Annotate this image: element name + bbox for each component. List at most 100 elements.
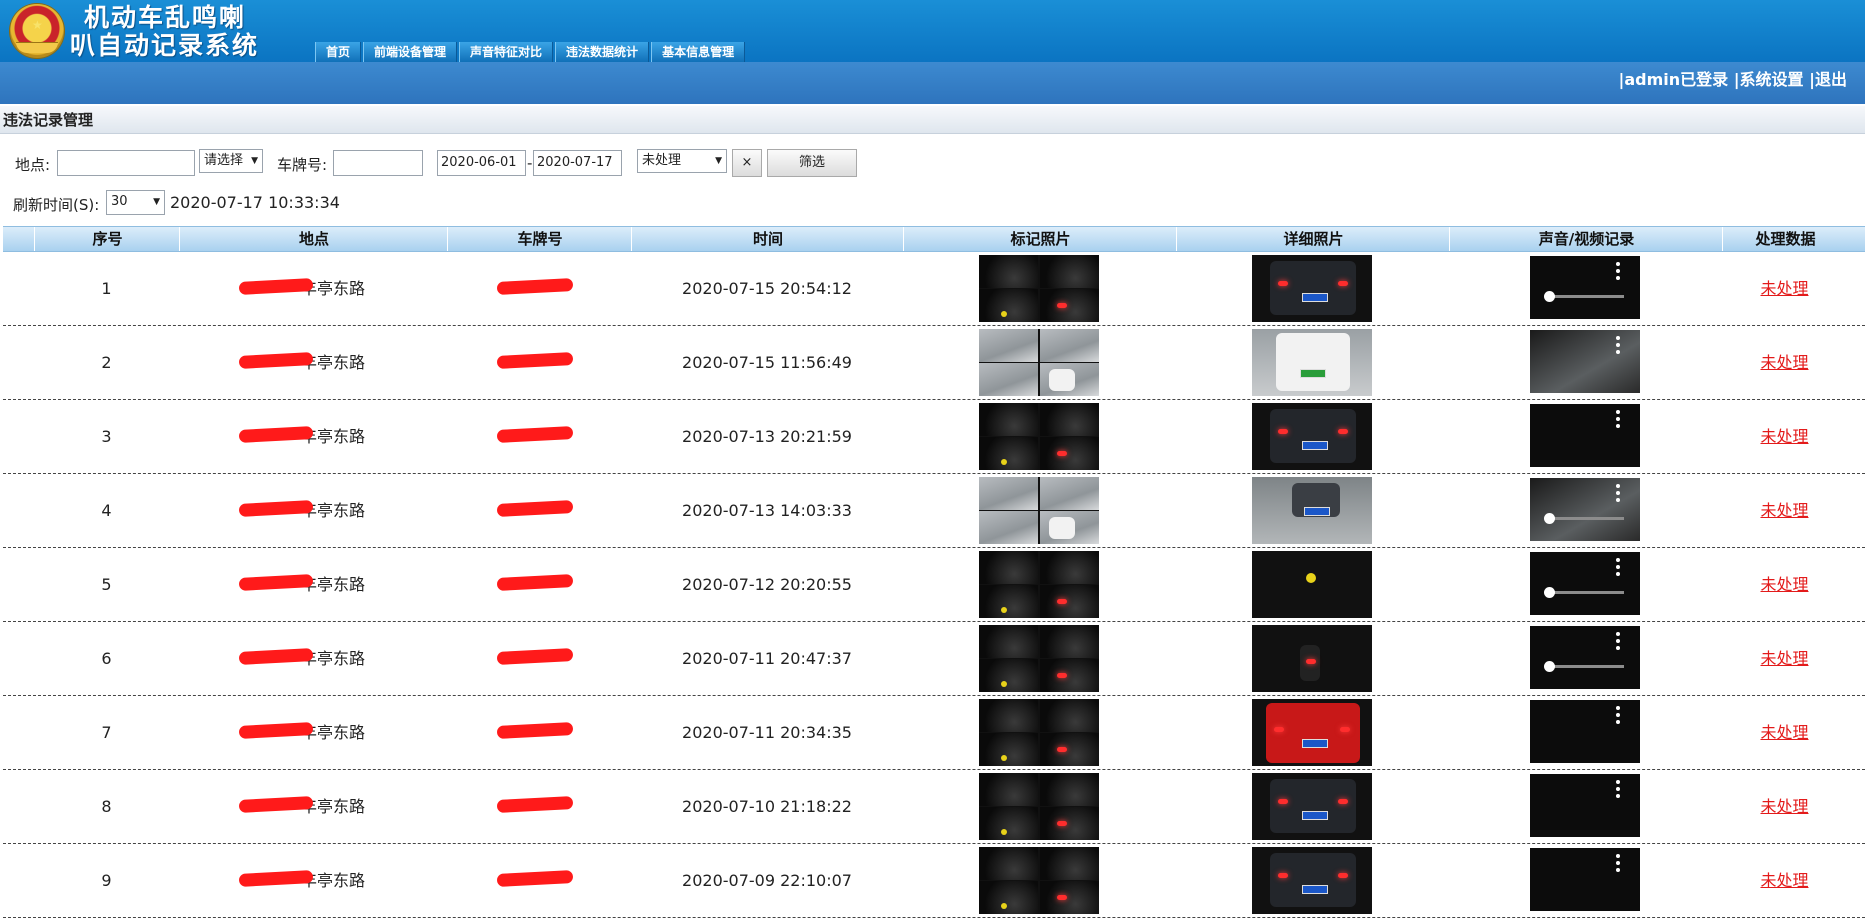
date-to-input[interactable]: 2020-07-17	[533, 150, 622, 176]
marked-photo-thumbnail[interactable]	[979, 699, 1099, 766]
status-select[interactable]: 未处理 ▼	[637, 149, 727, 173]
process-status-link[interactable]: 未处理	[1760, 501, 1808, 520]
video-player[interactable]	[1530, 478, 1640, 541]
filter-button[interactable]: 筛选	[767, 149, 857, 177]
detail-photo-thumbnail[interactable]	[1252, 477, 1372, 544]
video-progress-track[interactable]	[1546, 591, 1624, 594]
nav-basic-info[interactable]: 基本信息管理	[651, 42, 746, 62]
video-progress-knob[interactable]	[1544, 291, 1555, 302]
more-options-icon[interactable]	[1616, 706, 1620, 727]
detail-photo-thumbnail[interactable]	[1252, 625, 1372, 692]
marker-dot	[1001, 755, 1007, 761]
photo-quadrant	[1040, 807, 1099, 840]
video-player[interactable]	[1530, 626, 1640, 689]
row-location-cell: 丰亭东路	[179, 326, 447, 399]
detail-photo-thumbnail[interactable]	[1252, 329, 1372, 396]
process-status-link[interactable]: 未处理	[1760, 353, 1808, 372]
process-status-link[interactable]: 未处理	[1760, 279, 1808, 298]
plate-input[interactable]	[333, 150, 423, 176]
video-player[interactable]	[1530, 404, 1640, 467]
photo-quadrant	[979, 329, 1038, 362]
refresh-interval-select[interactable]: 30 ▼	[106, 190, 165, 215]
photo-quadrant	[979, 403, 1038, 436]
marked-photo-thumbnail[interactable]	[979, 551, 1099, 618]
more-options-icon[interactable]	[1616, 854, 1620, 875]
video-player[interactable]	[1530, 848, 1640, 911]
settings-link[interactable]: |系统设置	[1734, 70, 1804, 89]
marked-photo-thumbnail[interactable]	[979, 625, 1099, 692]
marked-photo-thumbnail[interactable]	[979, 255, 1099, 322]
row-number: 8	[101, 797, 112, 816]
more-options-icon[interactable]	[1616, 780, 1620, 801]
process-status-link[interactable]: 未处理	[1760, 797, 1808, 816]
row-number: 5	[101, 575, 112, 594]
more-options-icon[interactable]	[1616, 558, 1620, 579]
nav-device-management[interactable]: 前端设备管理	[363, 42, 458, 62]
table-header: 序号 地点 车牌号 时间 标记照片 详细照片 声音/视频记录 处理数据	[3, 226, 1865, 252]
photo-quadrant	[1040, 255, 1099, 288]
marked-photo-thumbnail[interactable]	[979, 773, 1099, 840]
row-number: 4	[101, 501, 112, 520]
row-process-cell: 未处理	[1722, 252, 1847, 325]
row-number: 9	[101, 871, 112, 890]
detail-photo-thumbnail[interactable]	[1252, 551, 1372, 618]
video-progress-track[interactable]	[1546, 517, 1624, 520]
nav-sound-comparison[interactable]: 声音特征对比	[459, 42, 554, 62]
video-player[interactable]	[1530, 774, 1640, 837]
video-player[interactable]	[1530, 700, 1640, 763]
tail-light	[1338, 281, 1348, 286]
video-progress-track[interactable]	[1546, 295, 1624, 298]
process-status-link[interactable]: 未处理	[1760, 649, 1808, 668]
car-shape	[1049, 369, 1075, 391]
marked-photo-thumbnail[interactable]	[979, 329, 1099, 396]
photo-quadrant	[1040, 329, 1099, 362]
more-options-icon[interactable]	[1616, 632, 1620, 653]
tail-light	[1278, 281, 1288, 286]
logout-link[interactable]: |退出	[1809, 70, 1847, 89]
row-time: 2020-07-15 20:54:12	[682, 279, 852, 298]
detail-photo-thumbnail[interactable]	[1252, 847, 1372, 914]
video-progress-knob[interactable]	[1544, 587, 1555, 598]
video-player[interactable]	[1530, 552, 1640, 615]
process-status-link[interactable]: 未处理	[1760, 427, 1808, 446]
detail-photo-thumbnail[interactable]	[1252, 699, 1372, 766]
main-nav: 首页 前端设备管理 声音特征对比 违法数据统计 基本信息管理	[315, 42, 747, 62]
row-process-cell: 未处理	[1722, 696, 1847, 769]
location-select-value: 请选择	[204, 153, 244, 168]
video-progress-track[interactable]	[1546, 665, 1624, 668]
video-player[interactable]	[1530, 256, 1640, 319]
detail-photo-thumbnail[interactable]	[1252, 773, 1372, 840]
table-row: 7 丰亭东路 2020-07-11 20:34:35 未处理	[3, 696, 1865, 770]
car-shape	[1270, 779, 1356, 833]
nav-home[interactable]: 首页	[315, 42, 362, 62]
car-shape	[1049, 517, 1075, 539]
tail-light	[1057, 599, 1067, 604]
location-input[interactable]	[57, 150, 195, 176]
more-options-icon[interactable]	[1616, 262, 1620, 283]
marked-photo-thumbnail[interactable]	[979, 477, 1099, 544]
video-progress-knob[interactable]	[1544, 513, 1555, 524]
detail-photo-thumbnail[interactable]	[1252, 403, 1372, 470]
process-status-link[interactable]: 未处理	[1760, 723, 1808, 742]
page-title: 违法记录管理	[0, 106, 1865, 134]
car-shape	[1270, 853, 1356, 907]
more-options-icon[interactable]	[1616, 336, 1620, 357]
table-row: 6 丰亭东路 2020-07-11 20:47:37 未处理	[3, 622, 1865, 696]
nav-violation-statistics[interactable]: 违法数据统计	[555, 42, 650, 62]
process-status-link[interactable]: 未处理	[1760, 871, 1808, 890]
date-from-input[interactable]: 2020-06-01	[437, 150, 526, 176]
dropdown-arrow-icon: ▼	[153, 197, 160, 207]
refresh-timestamp: 2020-07-17 10:33:34	[170, 193, 340, 212]
col-location: 地点	[179, 227, 448, 251]
marked-photo-thumbnail[interactable]	[979, 403, 1099, 470]
marked-photo-thumbnail[interactable]	[979, 847, 1099, 914]
more-options-icon[interactable]	[1616, 410, 1620, 431]
more-options-icon[interactable]	[1616, 484, 1620, 505]
video-progress-knob[interactable]	[1544, 661, 1555, 672]
detail-photo-thumbnail[interactable]	[1252, 255, 1372, 322]
process-status-link[interactable]: 未处理	[1760, 575, 1808, 594]
video-player[interactable]	[1530, 330, 1640, 393]
photo-quadrant	[979, 773, 1038, 806]
clear-filter-button[interactable]: ×	[732, 149, 762, 177]
location-select[interactable]: 请选择 ▼	[199, 149, 263, 173]
